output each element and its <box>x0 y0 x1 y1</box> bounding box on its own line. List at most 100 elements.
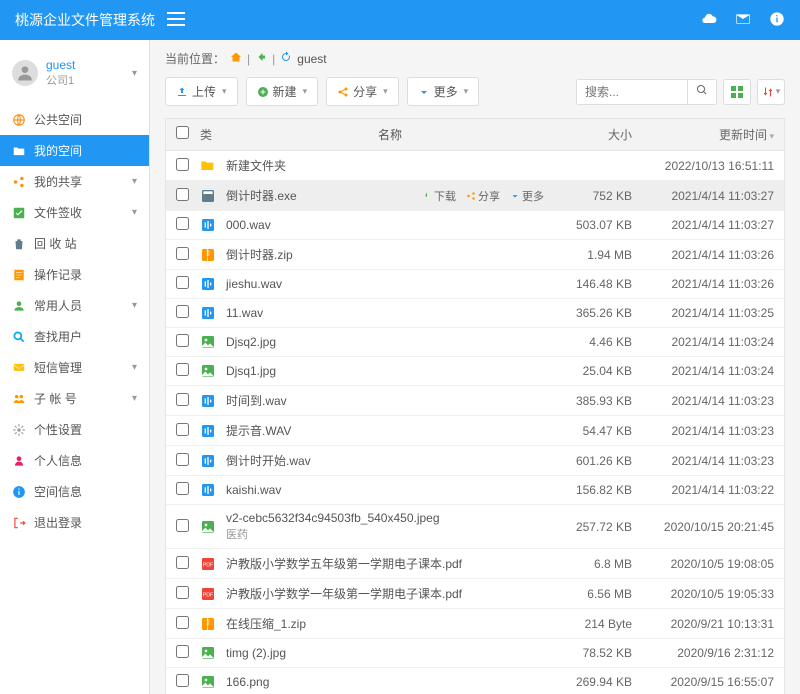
nav-item-11[interactable]: 个人信息 <box>0 445 149 476</box>
row-checkbox[interactable] <box>176 276 189 289</box>
table-row[interactable]: 166.png269.94 KB2020/9/15 16:55:07 <box>166 668 784 694</box>
col-name[interactable]: 名称 <box>226 126 554 143</box>
avatar <box>12 60 38 86</box>
table-row[interactable]: 倒计时器.exe下载分享更多752 KB2021/4/14 11:03:27 <box>166 181 784 211</box>
cloud-download-icon[interactable] <box>701 11 717 30</box>
share-button[interactable]: 分享▾ <box>326 77 399 106</box>
table-row[interactable]: v2-cebc5632f34c94503fb_540x450.jpeg医药257… <box>166 505 784 549</box>
table-row[interactable]: 提示音.WAV54.47 KB2021/4/14 11:03:23 <box>166 416 784 446</box>
chevron-down-icon: ▾ <box>132 393 137 404</box>
nav-label: 我的空间 <box>34 142 137 159</box>
file-name: 在线压缩_1.zip <box>226 615 554 632</box>
mail-icon[interactable] <box>735 11 751 30</box>
file-name: 沪教版小学数学五年级第一学期电子课本.pdf <box>226 555 554 572</box>
table-row[interactable]: PDF沪教版小学数学五年级第一学期电子课本.pdf6.8 MB2020/10/5… <box>166 549 784 579</box>
toolbar: 上传▾ 新建▾ 分享▾ 更多▾ <box>165 77 785 106</box>
row-checkbox[interactable] <box>176 188 189 201</box>
select-all-checkbox[interactable] <box>176 126 189 139</box>
new-button[interactable]: 新建▾ <box>246 77 319 106</box>
sort-button[interactable]: ▾ <box>757 79 785 105</box>
table-row[interactable]: 11.wav365.26 KB2021/4/14 11:03:25 <box>166 299 784 328</box>
file-name: 新建文件夹 <box>226 157 554 174</box>
table-row[interactable]: timg (2).jpg78.52 KB2020/9/16 2:31:12 <box>166 639 784 668</box>
info-icon[interactable] <box>769 11 785 30</box>
back-icon[interactable] <box>255 51 267 66</box>
table-row[interactable]: 倒计时开始.wav601.26 KB2021/4/14 11:03:23 <box>166 446 784 476</box>
share-icon <box>12 175 26 189</box>
nav-item-12[interactable]: 空间信息 <box>0 476 149 507</box>
pdf-icon: PDF <box>200 586 216 602</box>
row-checkbox[interactable] <box>176 482 189 495</box>
menu-toggle-icon[interactable] <box>167 12 185 29</box>
row-more[interactable]: 更多 <box>510 188 544 204</box>
grid-view-button[interactable] <box>723 79 751 105</box>
user-menu[interactable]: guest 公司1 ▾ <box>0 50 149 96</box>
table-row[interactable]: 倒计时器.zip1.94 MB2021/4/14 11:03:26 <box>166 240 784 270</box>
breadcrumb-path[interactable]: guest <box>297 52 326 66</box>
table-row[interactable]: Djsq2.jpg4.46 KB2021/4/14 11:03:24 <box>166 328 784 357</box>
nav-item-0[interactable]: 公共空间 <box>0 104 149 135</box>
row-checkbox[interactable] <box>176 158 189 171</box>
nav-item-4[interactable]: 回 收 站 <box>0 228 149 259</box>
more-button[interactable]: 更多▾ <box>407 77 480 106</box>
refresh-icon[interactable] <box>280 51 292 66</box>
row-checkbox[interactable] <box>176 453 189 466</box>
row-download[interactable]: 下载 <box>422 188 456 204</box>
col-time[interactable]: 更新时间 ▾ <box>644 126 774 143</box>
nav-item-2[interactable]: 我的共享▾ <box>0 166 149 197</box>
separator: | <box>272 52 275 66</box>
file-table: 类 名称 大小 更新时间 ▾ 新建文件夹2022/10/13 16:51:11倒… <box>165 118 785 694</box>
row-checkbox[interactable] <box>176 393 189 406</box>
row-checkbox[interactable] <box>176 645 189 658</box>
row-checkbox[interactable] <box>176 423 189 436</box>
row-checkbox[interactable] <box>176 519 189 532</box>
file-name: jieshu.wav <box>226 277 554 291</box>
file-size: 6.56 MB <box>554 587 644 601</box>
col-size[interactable]: 大小 <box>554 126 644 143</box>
row-checkbox[interactable] <box>176 586 189 599</box>
search-input[interactable] <box>577 80 687 104</box>
trash-icon <box>12 237 26 251</box>
upload-button[interactable]: 上传▾ <box>165 77 238 106</box>
file-size: 269.94 KB <box>554 675 644 689</box>
nav-item-10[interactable]: 个性设置 <box>0 414 149 445</box>
nav-label: 个性设置 <box>34 421 137 438</box>
nav-item-7[interactable]: 查找用户 <box>0 321 149 352</box>
exit-icon <box>12 516 26 530</box>
file-name: kaishi.wav <box>226 483 554 497</box>
nav-item-1[interactable]: 我的空间 <box>0 135 149 166</box>
grid-icon <box>731 86 743 98</box>
nav-item-8[interactable]: 短信管理▾ <box>0 352 149 383</box>
row-checkbox[interactable] <box>176 305 189 318</box>
nav-item-13[interactable]: 退出登录 <box>0 507 149 538</box>
nav-item-9[interactable]: 子 帐 号 ▾ <box>0 383 149 414</box>
row-checkbox[interactable] <box>176 217 189 230</box>
wav-icon <box>200 482 216 498</box>
row-checkbox[interactable] <box>176 616 189 629</box>
search-button[interactable] <box>687 80 716 104</box>
row-share[interactable]: 分享 <box>466 188 500 204</box>
table-row[interactable]: 时间到.wav385.93 KB2021/4/14 11:03:23 <box>166 386 784 416</box>
nav-item-6[interactable]: 常用人员▾ <box>0 290 149 321</box>
table-row[interactable]: 新建文件夹2022/10/13 16:51:11 <box>166 151 784 181</box>
table-row[interactable]: kaishi.wav156.82 KB2021/4/14 11:03:22 <box>166 476 784 505</box>
row-checkbox[interactable] <box>176 556 189 569</box>
row-checkbox[interactable] <box>176 334 189 347</box>
home-icon[interactable] <box>230 51 242 66</box>
table-row[interactable]: 在线压缩_1.zip214 Byte2020/9/21 10:13:31 <box>166 609 784 639</box>
nav-list: 公共空间我的空间我的共享▾文件签收▾回 收 站操作记录常用人员▾查找用户短信管理… <box>0 104 149 538</box>
table-row[interactable]: Djsq1.jpg25.04 KB2021/4/14 11:03:24 <box>166 357 784 386</box>
file-time: 2020/10/5 19:05:33 <box>644 587 774 601</box>
nav-label: 子 帐 号 <box>34 390 124 407</box>
table-row[interactable]: PDF沪教版小学数学一年级第一学期电子课本.pdf6.56 MB2020/10/… <box>166 579 784 609</box>
row-checkbox[interactable] <box>176 674 189 687</box>
user-name: guest <box>46 58 124 72</box>
row-checkbox[interactable] <box>176 247 189 260</box>
chevron-down-icon: ▾ <box>132 207 137 218</box>
row-checkbox[interactable] <box>176 363 189 376</box>
table-row[interactable]: 000.wav503.07 KB2021/4/14 11:03:27 <box>166 211 784 240</box>
table-row[interactable]: jieshu.wav146.48 KB2021/4/14 11:03:26 <box>166 270 784 299</box>
nav-item-3[interactable]: 文件签收▾ <box>0 197 149 228</box>
col-type[interactable]: 类 <box>200 126 226 143</box>
nav-item-5[interactable]: 操作记录 <box>0 259 149 290</box>
